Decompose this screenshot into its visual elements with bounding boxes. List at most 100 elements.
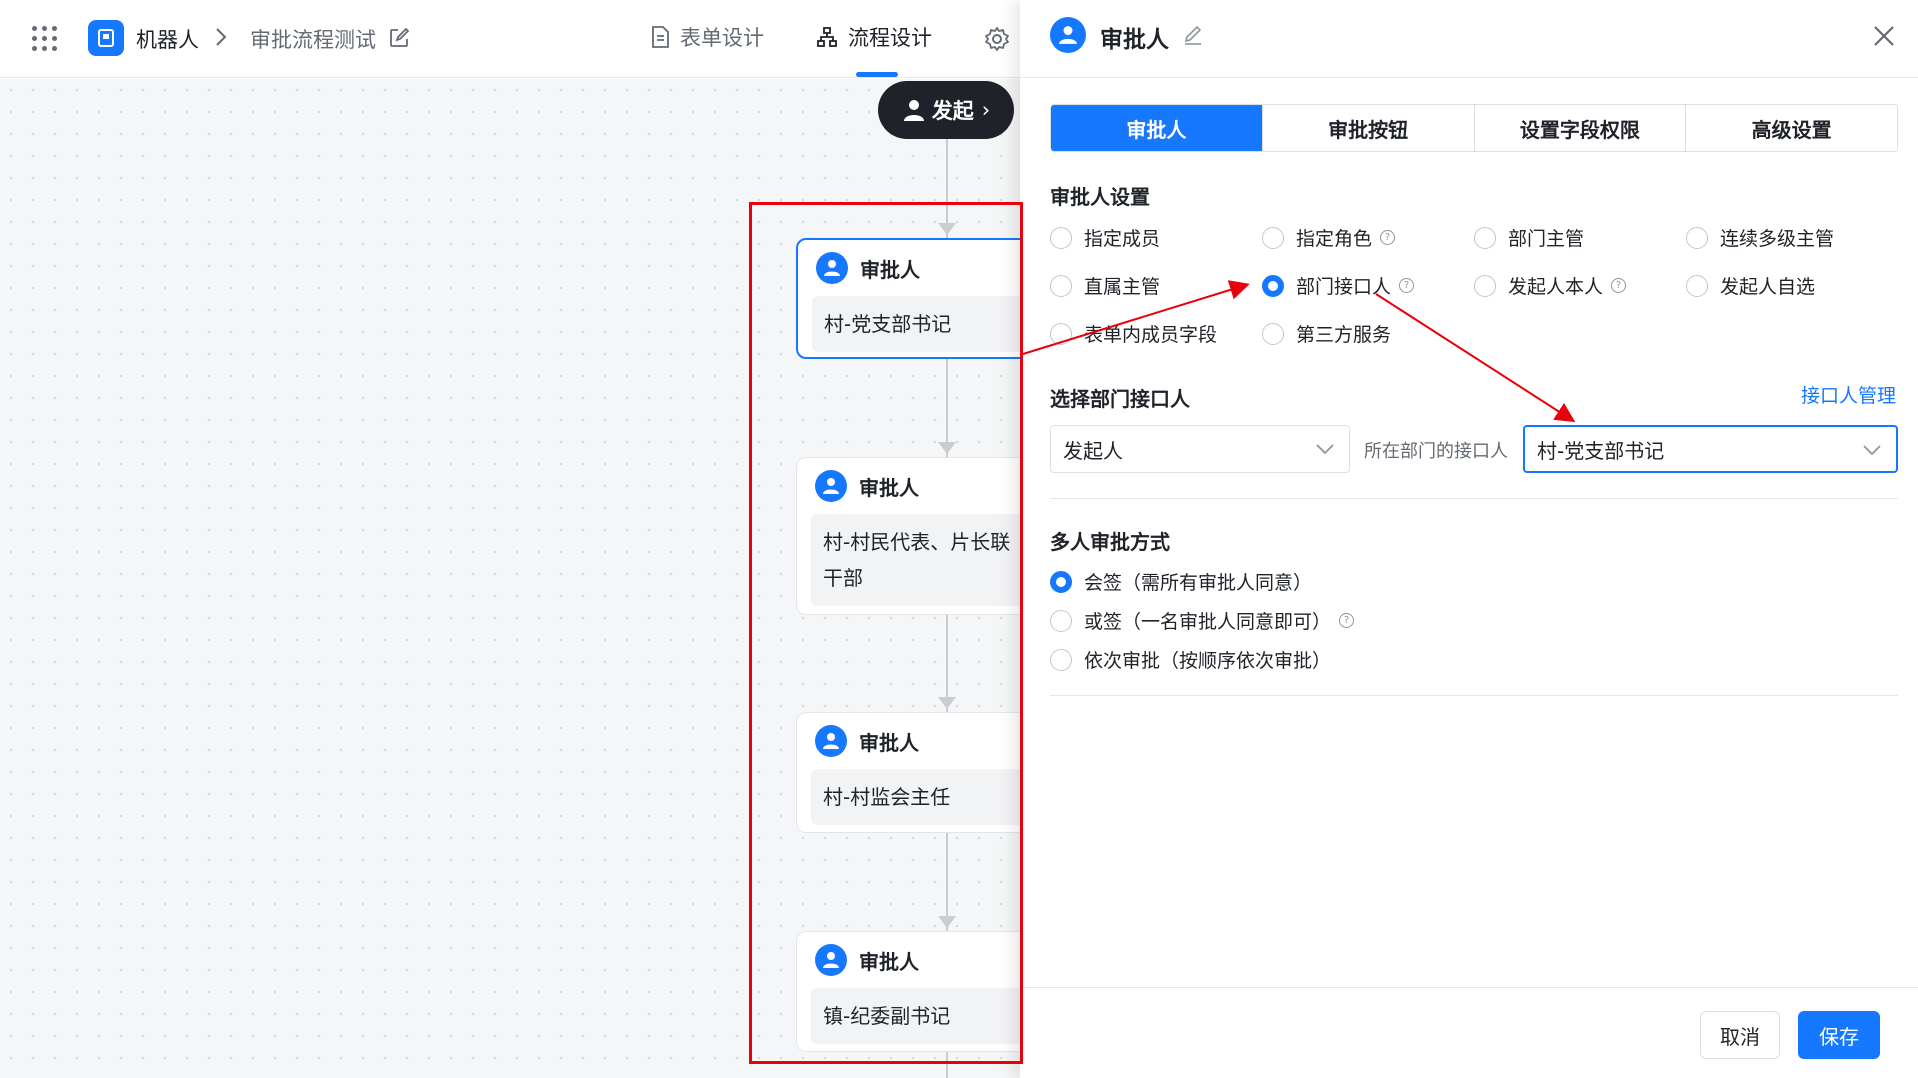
approver-node[interactable]: 审批人 村-村监会主任: [796, 712, 1020, 833]
connector-arrow: [938, 697, 956, 709]
approver-avatar-icon: [815, 725, 847, 757]
multi-approval-title: 多人审批方式: [1050, 530, 1170, 554]
radio-direct-head[interactable]: 直属主管: [1050, 272, 1160, 299]
dept-contact-title: 选择部门接口人: [1050, 387, 1190, 411]
connector-arrow: [938, 223, 956, 235]
radio-sequential[interactable]: 依次审批（按顺序依次审批）: [1050, 646, 1331, 673]
approver-node[interactable]: 审批人 村-村民代表、片长联 干部: [796, 457, 1020, 615]
approver-avatar-icon: [816, 252, 848, 284]
radio-countersign[interactable]: 会签（需所有审批人同意）: [1050, 568, 1312, 595]
tab-approval-buttons[interactable]: 审批按钮: [1261, 105, 1474, 151]
app-logo-icon[interactable]: [88, 20, 124, 56]
tab-field-permissions[interactable]: 设置字段权限: [1473, 105, 1686, 151]
radio-dept-head[interactable]: 部门主管: [1474, 224, 1584, 251]
chevron-down-icon: [1316, 444, 1334, 455]
node-title: 审批人: [860, 257, 920, 282]
radio-dept-contact[interactable]: 部门接口人 ?: [1262, 272, 1415, 299]
help-icon[interactable]: ?: [1611, 278, 1627, 293]
radio-circle: [1262, 226, 1284, 249]
start-node-label: 发起: [931, 99, 974, 123]
radio-circle: [1050, 322, 1072, 345]
radio-label: 会签（需所有审批人同意）: [1084, 572, 1313, 594]
radio-initiator-self[interactable]: 发起人本人 ?: [1474, 272, 1627, 299]
radio-circle: [1050, 274, 1072, 297]
radio-label: 第三方服务: [1296, 324, 1392, 346]
help-icon[interactable]: ?: [1380, 230, 1396, 245]
node-approver-value: 村-村民代表、片长联 干部: [811, 514, 1020, 606]
radio-specified-member[interactable]: 指定成员: [1050, 224, 1160, 251]
tab-form-design[interactable]: 表单设计: [650, 22, 764, 52]
scope-select-value: 发起人: [1063, 438, 1123, 463]
tab-flow-design[interactable]: 流程设计: [816, 22, 932, 52]
active-tab-indicator: [856, 72, 898, 77]
panel-title: 审批人: [1100, 27, 1169, 53]
help-icon[interactable]: ?: [1399, 278, 1415, 293]
radio-label: 部门接口人: [1296, 276, 1392, 298]
flow-canvas[interactable]: 发起 › 审批人 村-党支部书记 审批人 村-村民代表、片长联 干部 审批人 村…: [0, 79, 1020, 1078]
document-icon: [652, 26, 669, 48]
scope-select[interactable]: 发起人: [1050, 425, 1350, 473]
top-bar: 机器人 审批流程测试 表单设计 流程设计: [0, 0, 1020, 78]
dept-contact-select[interactable]: 村-党支部书记: [1523, 425, 1898, 473]
radio-circle: [1262, 322, 1284, 345]
tab-form-design-label: 表单设计: [680, 26, 764, 50]
gear-icon[interactable]: [984, 26, 1010, 52]
chevron-right-icon: ›: [981, 98, 991, 122]
connector-arrow: [938, 916, 956, 928]
help-icon[interactable]: ?: [1339, 613, 1355, 628]
pencil-icon[interactable]: [1182, 24, 1204, 46]
tab-flow-design-label: 流程设计: [848, 26, 932, 50]
chevron-right-icon: [216, 28, 227, 46]
approver-node[interactable]: 审批人 镇-纪委副书记: [796, 931, 1020, 1052]
radio-label: 依次审批（按顺序依次审批）: [1084, 650, 1332, 672]
radio-circle: [1474, 226, 1496, 249]
node-approver-value: 村-党支部书记: [812, 296, 1020, 352]
node-approver-value: 村-村监会主任: [811, 769, 1020, 825]
approver-node[interactable]: 审批人 村-党支部书记: [796, 238, 1020, 359]
org-chart-icon: [817, 27, 837, 47]
radio-circle-checked: [1050, 570, 1072, 593]
dept-contact-select-value: 村-党支部书记: [1537, 438, 1665, 463]
save-button[interactable]: 保存: [1798, 1011, 1880, 1059]
radio-circle: [1474, 274, 1496, 297]
approver-settings-panel: 审批人 审批人 审批按钮 设置字段权限 高级设置 审批人设置 指定成员 指定角色…: [1020, 0, 1918, 1078]
radio-label: 发起人本人: [1508, 276, 1604, 298]
radio-multilevel-head[interactable]: 连续多级主管: [1686, 224, 1834, 251]
section-divider: [1050, 695, 1898, 696]
approver-avatar-icon: [1050, 17, 1086, 53]
tab-approver[interactable]: 审批人: [1051, 105, 1262, 151]
select-connector-text: 所在部门的接口人: [1364, 441, 1508, 462]
radio-third-party[interactable]: 第三方服务: [1262, 320, 1391, 347]
radio-circle: [1050, 648, 1072, 671]
node-approver-value: 镇-纪委副书记: [811, 988, 1020, 1044]
radio-label: 直属主管: [1084, 276, 1161, 298]
radio-form-member-field[interactable]: 表单内成员字段: [1050, 320, 1217, 347]
panel-header: 审批人: [1020, 0, 1918, 78]
approver-avatar-icon: [815, 470, 847, 502]
radio-circle: [1050, 609, 1072, 632]
contact-management-link[interactable]: 接口人管理: [1801, 381, 1896, 408]
radio-specified-role[interactable]: 指定角色 ?: [1262, 224, 1396, 251]
tab-advanced-settings[interactable]: 高级设置: [1685, 105, 1897, 151]
node-title: 审批人: [859, 949, 919, 974]
close-icon[interactable]: [1870, 22, 1898, 50]
radio-label: 部门主管: [1508, 228, 1585, 250]
section-divider: [1050, 498, 1898, 499]
breadcrumb-flow-name: 审批流程测试: [250, 28, 376, 52]
radio-label: 表单内成员字段: [1084, 324, 1218, 346]
radio-label: 发起人自选: [1720, 276, 1816, 298]
node-title: 审批人: [859, 475, 919, 500]
radio-label: 指定角色: [1296, 228, 1373, 250]
radio-label: 连续多级主管: [1720, 228, 1835, 250]
cancel-button[interactable]: 取消: [1700, 1011, 1780, 1059]
approver-settings-title: 审批人设置: [1050, 185, 1150, 209]
breadcrumb-app-name[interactable]: 机器人: [136, 24, 199, 54]
radio-or-sign[interactable]: 或签（一名审批人同意即可） ?: [1050, 607, 1355, 634]
radio-initiator-choose[interactable]: 发起人自选: [1686, 272, 1815, 299]
app-grid-icon[interactable]: [32, 26, 58, 52]
edit-icon[interactable]: [388, 27, 410, 49]
panel-tabs: 审批人 审批按钮 设置字段权限 高级设置: [1050, 104, 1898, 152]
user-icon: [903, 100, 924, 121]
start-node[interactable]: 发起 ›: [878, 81, 1014, 139]
approver-avatar-icon: [815, 944, 847, 976]
